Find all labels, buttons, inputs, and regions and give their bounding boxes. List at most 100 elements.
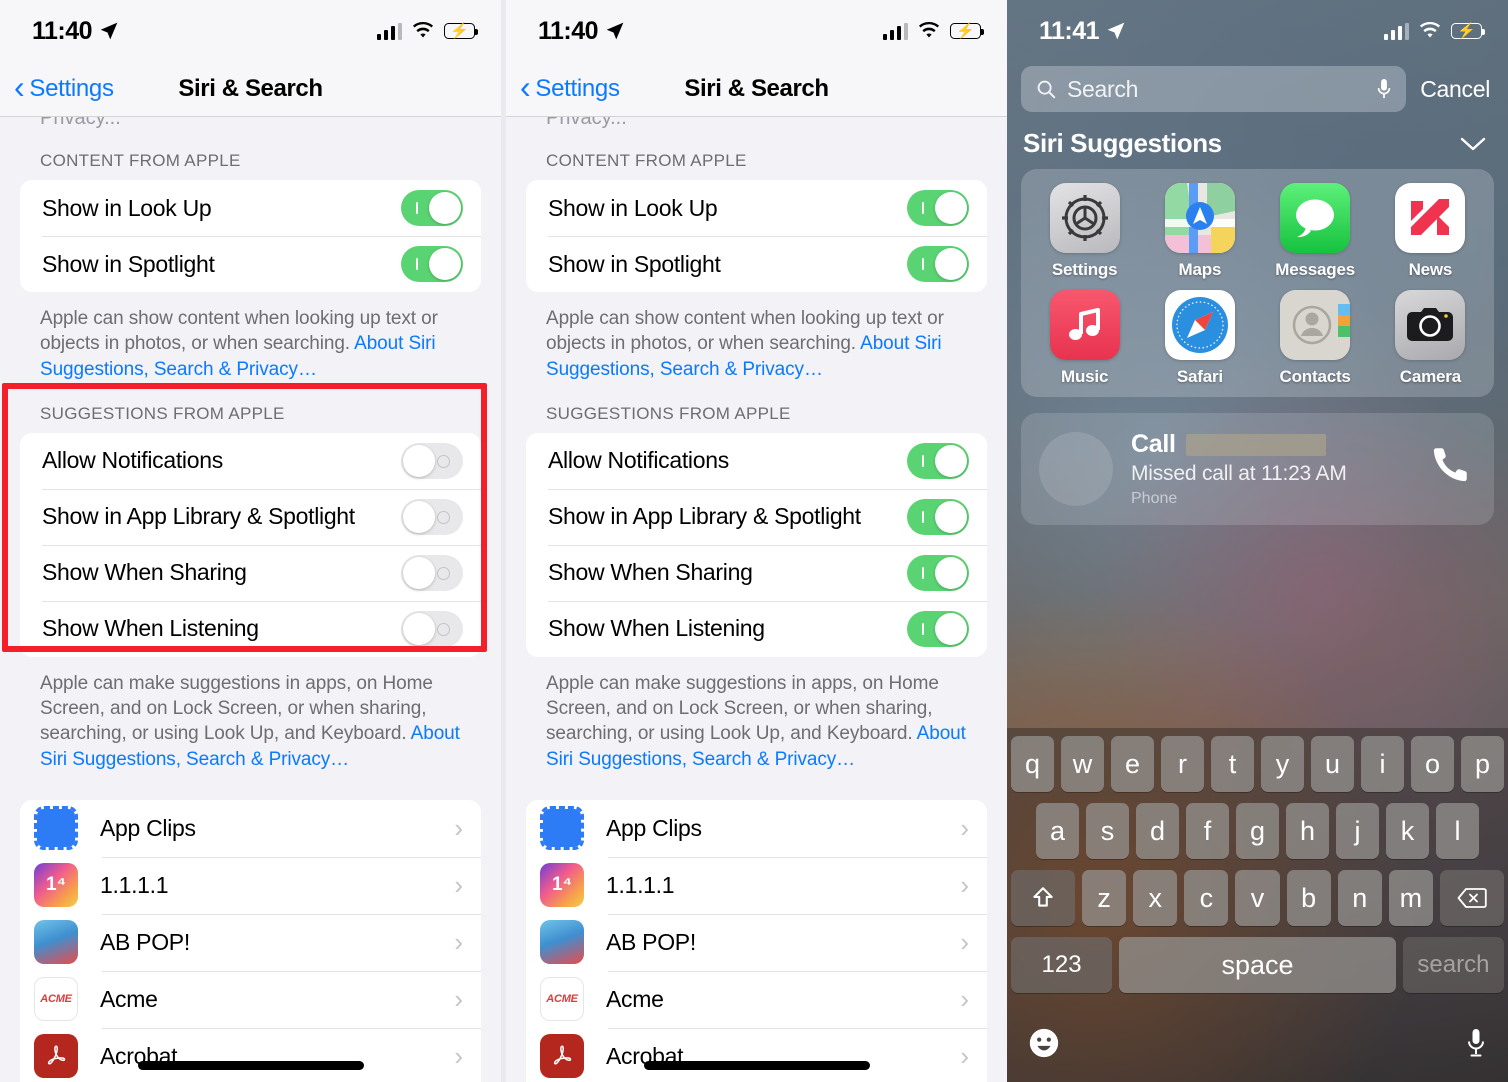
screenshot-stage: 11:40 ⚡ ‹ Settings Siri & Search Privacy… (0, 0, 1508, 1082)
back-to-settings-button[interactable]: ‹ Settings (0, 71, 114, 103)
suggested-app-messages[interactable]: Messages (1258, 183, 1373, 280)
key-s[interactable]: s (1086, 803, 1129, 859)
key-n[interactable]: n (1337, 870, 1382, 926)
setting-row-show-when-listening[interactable]: Show When Listening (526, 600, 987, 657)
app-row-app-clips[interactable]: App Clips › (526, 800, 987, 857)
setting-row-show-when-sharing[interactable]: Show When Sharing (20, 544, 481, 601)
chevron-down-icon[interactable] (1460, 136, 1486, 152)
toggle-allow-notifications[interactable] (907, 442, 969, 479)
shift-arrow-icon[interactable] (1011, 870, 1075, 926)
emoji-smiley-icon[interactable] (1027, 1026, 1061, 1066)
key-f[interactable]: f (1186, 803, 1229, 859)
suggested-app-music[interactable]: Music (1027, 290, 1142, 387)
backspace-icon[interactable] (1439, 870, 1504, 926)
search-return-key[interactable]: search (1402, 937, 1504, 993)
wifi-icon (919, 22, 939, 38)
app-row-acrobat[interactable]: Acrobat › (526, 1027, 987, 1082)
key-v[interactable]: v (1235, 870, 1280, 926)
chevron-right-icon: › (960, 812, 969, 843)
content-from-apple-footnote: Apple can show content when looking up t… (506, 292, 1007, 382)
setting-row-show-in-app-library-spotlight[interactable]: Show in App Library & Spotlight (20, 488, 481, 545)
key-l[interactable]: l (1436, 803, 1479, 859)
setting-row-show-in-look-up[interactable]: Show in Look Up (526, 180, 987, 236)
dictation-microphone-icon[interactable] (1464, 1026, 1488, 1066)
phone-handset-icon[interactable] (1430, 443, 1472, 495)
app-row-acrobat[interactable]: Acrobat › (20, 1027, 481, 1082)
key-x[interactable]: x (1133, 870, 1178, 926)
suggested-app-news[interactable]: News (1373, 183, 1488, 280)
toggle-show-in-app-library-spotlight[interactable] (907, 498, 969, 535)
setting-row-show-when-sharing[interactable]: Show When Sharing (526, 544, 987, 601)
setting-row-show-in-look-up[interactable]: Show in Look Up (20, 180, 481, 236)
key-z[interactable]: z (1082, 870, 1127, 926)
key-y[interactable]: y (1261, 736, 1304, 792)
toggle-show-when-sharing[interactable] (907, 554, 969, 591)
suggestions-footnote: Apple can make suggestions in apps, on H… (0, 657, 501, 772)
key-b[interactable]: b (1286, 870, 1331, 926)
key-d[interactable]: d (1136, 803, 1179, 859)
microphone-icon[interactable] (1374, 76, 1394, 102)
acrobat-icon (540, 1034, 584, 1079)
key-o[interactable]: o (1411, 736, 1454, 792)
setting-row-allow-notifications[interactable]: Allow Notifications (526, 433, 987, 489)
search-input[interactable]: Search (1021, 66, 1407, 112)
app-row-app-clips[interactable]: App Clips › (20, 800, 481, 857)
setting-row-show-when-listening[interactable]: Show When Listening (20, 600, 481, 657)
suggested-app-settings[interactable]: Settings (1027, 183, 1142, 280)
app-clips-icon (540, 806, 584, 851)
settings-scroll-area[interactable]: Privacy... CONTENT FROM APPLE Show in Lo… (0, 117, 501, 1082)
app-row-1111[interactable]: 1⁴ 1.1.1.1 › (20, 856, 481, 914)
key-r[interactable]: r (1161, 736, 1204, 792)
space-key[interactable]: space (1119, 937, 1396, 993)
setting-row-show-in-spotlight[interactable]: Show in Spotlight (20, 236, 481, 292)
toggle-allow-notifications[interactable] (401, 442, 463, 479)
setting-row-show-in-app-library-spotlight[interactable]: Show in App Library & Spotlight (526, 488, 987, 545)
row-label: Show in App Library & Spotlight (548, 503, 861, 530)
key-i[interactable]: i (1361, 736, 1404, 792)
setting-row-allow-notifications[interactable]: Allow Notifications (20, 433, 481, 489)
app-row-acme[interactable]: ACME Acme › (526, 970, 987, 1028)
scrolled-partial-row: Privacy... (0, 117, 501, 129)
suggested-app-maps[interactable]: Maps (1142, 183, 1257, 280)
key-a[interactable]: a (1036, 803, 1079, 859)
key-u[interactable]: u (1311, 736, 1354, 792)
key-t[interactable]: t (1211, 736, 1254, 792)
acrobat-icon (34, 1034, 78, 1079)
toggle-show-when-sharing[interactable] (401, 554, 463, 591)
toggle-show-in-app-library-spotlight[interactable] (401, 498, 463, 535)
key-k[interactable]: k (1386, 803, 1429, 859)
app-name: Acme (100, 985, 158, 1012)
numbers-key[interactable]: 123 (1011, 937, 1113, 993)
app-row-ab-pop[interactable]: AB POP! › (526, 913, 987, 971)
setting-row-show-in-spotlight[interactable]: Show in Spotlight (526, 236, 987, 292)
suggested-app-camera[interactable]: Camera (1373, 290, 1488, 387)
toggle-show-when-listening[interactable] (401, 610, 463, 647)
call-title-row: Call (1131, 430, 1412, 459)
back-to-settings-button[interactable]: ‹ Settings (506, 71, 620, 103)
call-suggestion-card[interactable]: Call Missed call at 11:23 AM Phone (1021, 413, 1494, 525)
key-m[interactable]: m (1388, 870, 1433, 926)
app-row-1111[interactable]: 1⁴ 1.1.1.1 › (526, 856, 987, 914)
app-row-ab-pop[interactable]: AB POP! › (20, 913, 481, 971)
key-j[interactable]: j (1336, 803, 1379, 859)
key-h[interactable]: h (1286, 803, 1329, 859)
toggle-show-in-spotlight[interactable] (401, 246, 463, 282)
toggle-show-in-look-up[interactable] (907, 190, 969, 226)
settings-scroll-area[interactable]: Privacy... CONTENT FROM APPLE Show in Lo… (506, 117, 1007, 1082)
toggle-show-when-listening[interactable] (907, 610, 969, 647)
app-label: Contacts (1279, 367, 1351, 386)
cancel-button[interactable]: Cancel (1420, 76, 1492, 103)
app-row-acme[interactable]: ACME Acme › (20, 970, 481, 1028)
suggested-app-contacts[interactable]: Contacts (1258, 290, 1373, 387)
suggested-app-safari[interactable]: Safari (1142, 290, 1257, 387)
key-e[interactable]: e (1111, 736, 1154, 792)
toggle-show-in-spotlight[interactable] (907, 246, 969, 282)
key-g[interactable]: g (1236, 803, 1279, 859)
key-p[interactable]: p (1461, 736, 1504, 792)
toggle-show-in-look-up[interactable] (401, 190, 463, 226)
key-q[interactable]: q (1011, 736, 1054, 792)
key-c[interactable]: c (1184, 870, 1229, 926)
spotlight-overlay: 11:41 ⚡ Search Cancel Siri Suggestions S… (1007, 0, 1508, 1082)
chevron-right-icon: › (454, 983, 463, 1014)
key-w[interactable]: w (1061, 736, 1104, 792)
